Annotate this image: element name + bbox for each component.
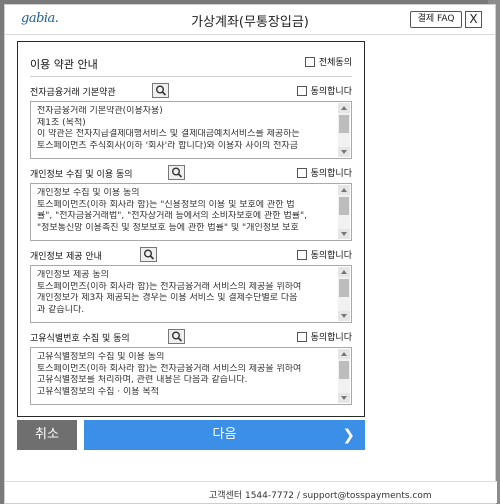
agree-checkbox-box[interactable] <box>296 331 307 342</box>
scroll-down-icon[interactable] <box>338 393 350 403</box>
terms-line: 전자금융거래 기본약관(이용자용) <box>37 106 163 116</box>
scroll-up-icon[interactable] <box>338 267 350 277</box>
close-icon: X <box>469 12 478 26</box>
section-head-electronic-finance: 전자금융거래 기본약관 동의합니다 <box>30 81 352 101</box>
terms-text: 전자금융거래 기본약관(이용자용) 제1조 (목적) 이 약관은 전자지급결제대… <box>37 106 333 152</box>
terms-panel: 이용 약관 안내 전체동의 전자금융거래 기본약관 동의합니다 전자금융거래 기… <box>17 41 365 417</box>
view-terms-button[interactable] <box>140 247 157 262</box>
scroll-up-icon[interactable] <box>338 185 350 195</box>
payment-modal: gabia. 가상계좌(무통장입금) 결제 FAQ X 이용 약관 안내 전체동… <box>4 4 497 504</box>
section-title: 전자금융거래 기본약관 <box>30 88 116 98</box>
agree-label: 동의합니다 <box>310 169 352 179</box>
terms-line: 률", "전자금융거래법", "전자상거래 등에서의 소비자보호에 관한 법률"… <box>37 211 308 221</box>
terms-text-box[interactable]: 개인정보 수집 및 이용 동의 토스페이먼츠(이하 회사라 함)는 "신용정보의… <box>30 183 352 241</box>
terms-line: 개인정보 수집 및 이용 동의 <box>37 188 140 198</box>
terms-text-box[interactable]: 개인정보 제공 동의 토스페이먼츠(이하 회사라 함)는 전자금융거래 서비스의… <box>30 265 352 323</box>
agree-checkbox[interactable]: 동의합니다 <box>296 330 352 343</box>
terms-line: 고유식별정보의 수집 및 이용 동의 <box>37 352 165 362</box>
magnifier-icon <box>171 331 182 342</box>
section-head-privacy-collection: 개인정보 수집 및 이용 동의 동의합니다 <box>30 163 352 183</box>
section-title: 개인정보 제공 안내 <box>30 252 102 262</box>
terms-line: 토스페이먼츠(이하 회사라 함)는 전자금융거래 서비스의 제공을 위하여 <box>37 363 302 374</box>
scroll-thumb[interactable] <box>339 279 349 297</box>
section-head-privacy-provision: 개인정보 제공 안내 동의합니다 <box>30 245 352 265</box>
scroll-thumb[interactable] <box>339 197 349 215</box>
modal-header: gabia. 가상계좌(무통장입금) 결제 FAQ X <box>5 5 495 35</box>
scroll-down-icon[interactable] <box>338 147 350 157</box>
terms-line: 개인정보가 제3자 제공되는 경우는 이용 서비스 및 결제수단별로 다음 <box>37 293 298 303</box>
terms-line: 이 약관은 전자지급결제대행서비스 및 결제대금예치서비스를 제공하는 <box>37 129 300 139</box>
agree-checkbox-box[interactable] <box>296 85 307 96</box>
cancel-button[interactable]: 취소 <box>17 420 77 450</box>
agree-label: 동의합니다 <box>310 87 352 97</box>
scroll-up-icon[interactable] <box>338 103 350 113</box>
terms-text: 고유식별정보의 수집 및 이용 동의 토스페이먼츠(이하 회사라 함)는 전자금… <box>37 352 333 398</box>
next-button[interactable]: 다음 ❯ <box>84 420 365 450</box>
terms-panel-inner: 이용 약관 안내 전체동의 전자금융거래 기본약관 동의합니다 전자금융거래 기… <box>30 52 352 409</box>
terms-line: 토스페이먼츠 주식회사(이하 '회사'라 합니다)와 이용자 사이의 전자금 <box>37 140 298 151</box>
agree-label: 동의합니다 <box>310 251 352 261</box>
terms-text-box[interactable]: 고유식별정보의 수집 및 이용 동의 토스페이먼츠(이하 회사라 함)는 전자금… <box>30 347 352 405</box>
terms-line: 고유식별정보를 처리하며, 관련 내용은 다음과 같습니다. <box>37 375 248 385</box>
terms-heading: 이용 약관 안내 <box>30 58 98 71</box>
agree-checkbox-box[interactable] <box>296 249 307 260</box>
scroll-up-icon[interactable] <box>338 349 350 359</box>
terms-line: "정보통신망 이용촉진 및 정보보호 등에 관한 법률" 및 "개인정보 보호 <box>37 222 299 233</box>
scrollbar[interactable] <box>338 103 350 157</box>
magnifier-icon <box>171 167 182 178</box>
next-button-label: 다음 <box>212 427 237 442</box>
agree-all-label: 전체동의 <box>318 58 352 68</box>
terms-text: 개인정보 수집 및 이용 동의 토스페이먼츠(이하 회사라 함)는 "신용정보의… <box>37 188 333 234</box>
action-buttons: 취소 다음 ❯ <box>17 420 365 452</box>
chevron-right-icon: ❯ <box>342 426 355 444</box>
agree-checkbox-box[interactable] <box>296 167 307 178</box>
agree-checkbox[interactable]: 동의합니다 <box>296 248 352 261</box>
agree-label: 동의합니다 <box>310 333 352 343</box>
scroll-down-icon[interactable] <box>338 311 350 321</box>
section-head-unique-id: 고유식별번호 수집 및 동의 동의합니다 <box>30 327 352 347</box>
scrollbar[interactable] <box>338 349 350 403</box>
divider <box>30 76 352 77</box>
agree-all-checkbox-box[interactable] <box>304 56 315 67</box>
terms-text: 개인정보 제공 동의 토스페이먼츠(이하 회사라 함)는 전자금융거래 서비스의… <box>37 270 333 316</box>
terms-line: 제1조 (목적) <box>37 117 86 128</box>
scroll-thumb[interactable] <box>339 115 349 133</box>
agree-checkbox[interactable]: 동의합니다 <box>296 84 352 97</box>
scrollbar[interactable] <box>338 267 350 321</box>
agree-all-row: 이용 약관 안내 전체동의 <box>30 52 352 72</box>
view-terms-button[interactable] <box>152 83 169 98</box>
close-button[interactable]: X <box>465 11 482 28</box>
terms-line: 고유식별정보의 수집 · 이용 목적 <box>37 386 159 397</box>
section-title: 개인정보 수집 및 이용 동의 <box>30 170 133 180</box>
magnifier-icon <box>155 85 166 96</box>
agree-checkbox[interactable]: 동의합니다 <box>296 166 352 179</box>
terms-line: 개인정보 제공 동의 <box>37 270 109 280</box>
terms-line: 토스페이먼츠(이하 회사라 함)는 전자금융거래 서비스의 제공을 위하여 <box>37 281 302 292</box>
section-title: 고유식별번호 수집 및 동의 <box>30 334 130 344</box>
support-contact: 고객센터 1544-7772 / support@tosspayments.co… <box>209 491 432 501</box>
agree-all-checkbox[interactable]: 전체동의 <box>304 55 352 68</box>
view-terms-button[interactable] <box>168 165 185 180</box>
scroll-thumb[interactable] <box>339 361 349 379</box>
terms-text-box[interactable]: 전자금융거래 기본약관(이용자용) 제1조 (목적) 이 약관은 전자지급결제대… <box>30 101 352 159</box>
faq-button[interactable]: 결제 FAQ <box>410 11 462 28</box>
scroll-down-icon[interactable] <box>338 229 350 239</box>
support-footer: 고객센터 1544-7772 / support@tosspayments.co… <box>5 481 497 503</box>
scrollbar[interactable] <box>338 185 350 239</box>
terms-line: 토스페이먼츠(이하 회사라 함)는 "신용정보의 이용 및 보호에 관한 법 <box>37 199 295 210</box>
magnifier-icon <box>143 249 154 260</box>
view-terms-button[interactable] <box>168 329 185 344</box>
terms-line: 과 같습니다. <box>37 304 85 315</box>
